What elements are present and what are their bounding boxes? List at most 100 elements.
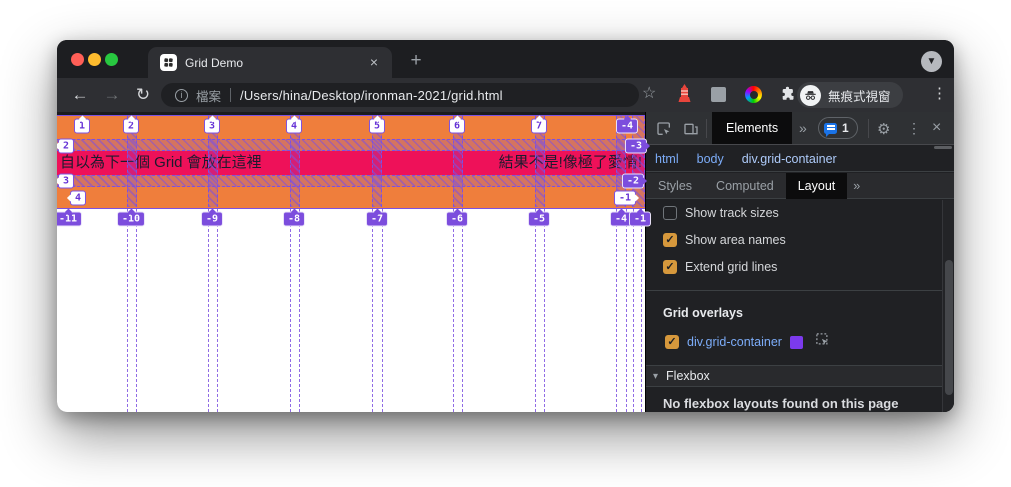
row-gap-hatch-bottom [57, 175, 645, 187]
extensions-puzzle-icon[interactable] [780, 85, 797, 107]
extend-grid-lines-row[interactable]: ✓ Extend grid lines [663, 260, 777, 274]
grid-line-badge: 3 [57, 173, 75, 189]
close-window-button[interactable] [71, 53, 84, 66]
checkbox-label: Show track sizes [685, 206, 779, 220]
element-breadcrumb: html body div.grid-container [646, 146, 954, 172]
back-button[interactable]: ← [67, 82, 93, 108]
device-toolbar-icon[interactable] [683, 121, 699, 142]
zoom-window-button[interactable] [105, 53, 118, 66]
toolbar-divider [868, 119, 869, 138]
reload-button[interactable]: ↻ [130, 82, 156, 108]
grid-item-1-text: 自以為下一個 Grid 會放在這裡 [60, 154, 262, 171]
devtools-tab-elements[interactable]: Elements [712, 112, 793, 144]
site-info-icon[interactable]: i [175, 88, 188, 102]
layout-pane-scrollbar[interactable] [942, 200, 954, 412]
sidebar-tabs: Styles Computed Layout » [646, 172, 954, 199]
tab-styles[interactable]: Styles [646, 173, 704, 199]
grid-overlays-title: Grid overlays [663, 306, 743, 320]
triangle-down-icon: ▾ [653, 370, 659, 382]
extended-grid-line [462, 209, 463, 412]
more-panels-icon[interactable]: » [799, 120, 807, 136]
profile-menu-button[interactable]: ▼ [921, 51, 942, 72]
extended-grid-line [626, 209, 627, 412]
extended-grid-line [290, 209, 291, 412]
grid-line-badge: -1 [613, 190, 637, 206]
extend-grid-lines-checkbox[interactable]: ✓ [663, 260, 677, 274]
grid-overlay-label[interactable]: div.grid-container [687, 335, 782, 349]
devtools-close-icon[interactable]: × [932, 119, 941, 137]
grid-line-badge: -1 [628, 211, 652, 227]
settings-gear-icon[interactable]: ⚙ [877, 120, 890, 138]
extended-grid-line [127, 209, 128, 412]
extended-grid-line [535, 209, 536, 412]
grid-line-badge: -9 [200, 211, 224, 227]
gray-extension-icon[interactable] [711, 87, 726, 102]
breadcrumb-html[interactable]: html [655, 152, 679, 166]
show-area-names-row[interactable]: ✓ Show area names [663, 233, 786, 247]
grid-line-badge: -10 [116, 211, 146, 227]
section-divider [646, 290, 942, 291]
page-viewport: 自以為下一個 Grid 會放在這裡 結果不是!像極了愛情! 1 2 3 4 5 6 7 -4 2… [57, 112, 652, 412]
incognito-badge: 無痕式視窗 [797, 82, 903, 108]
grid-line-badge: 2 [122, 118, 140, 134]
extended-grid-line [372, 209, 373, 412]
grid-line-badge: -2 [621, 173, 645, 189]
checkbox-label: Show area names [685, 233, 786, 247]
tab-layout[interactable]: Layout [785, 172, 848, 199]
issues-count: 1 [842, 121, 849, 135]
flexbox-title: Flexbox [666, 369, 710, 383]
browser-menu-icon[interactable]: ⋮ [932, 84, 947, 102]
grid-overlay-item-row[interactable]: ✓ div.grid-container [665, 332, 830, 352]
grid-container: 自以為下一個 Grid 會放在這裡 結果不是!像極了愛情! [57, 115, 645, 209]
extended-grid-line [453, 209, 454, 412]
grid-overlay-checkbox[interactable]: ✓ [665, 335, 679, 349]
breadcrumb-grid-container[interactable]: div.grid-container [742, 152, 837, 166]
grid-line-badge: 6 [448, 118, 466, 134]
more-tabs-icon[interactable]: » [847, 173, 866, 199]
browser-tab[interactable]: Grid Demo × [148, 47, 392, 78]
breadcrumb-body[interactable]: body [697, 152, 724, 166]
grid-line-badge: 4 [285, 118, 303, 134]
devtools-menu-icon[interactable]: ⋮ [907, 120, 921, 137]
grid-line-badge: 7 [530, 118, 548, 134]
extended-grid-line [299, 209, 300, 412]
breadcrumb-scrollbar[interactable] [934, 146, 952, 149]
bookmark-star-icon[interactable]: ☆ [642, 83, 656, 103]
grid-line-badge: 3 [203, 118, 221, 134]
devtools-toolbar: Elements » 1 ⚙ ⋮ × [646, 112, 954, 145]
tab-close-icon[interactable]: × [370, 54, 378, 70]
grid-line-badge: -5 [527, 211, 551, 227]
browser-window: Grid Demo × + ▼ ← → ↻ i 檔案 /Users/hina/D… [57, 40, 954, 412]
show-track-sizes-checkbox[interactable] [663, 206, 677, 220]
inspect-element-icon[interactable] [656, 121, 672, 142]
grid-line-badge: 4 [69, 190, 87, 206]
grid-line-badge: 1 [73, 118, 91, 134]
url-divider [230, 88, 232, 102]
extended-grid-line [208, 209, 209, 412]
address-bar[interactable]: i 檔案 /Users/hina/Desktop/ironman-2021/gr… [161, 83, 639, 107]
colorzilla-extension-icon[interactable] [745, 86, 762, 103]
grid-line-badge: 2 [57, 138, 75, 154]
overlay-picker-icon[interactable] [815, 332, 830, 352]
lighthouse-extension-icon[interactable] [677, 84, 692, 108]
minimize-window-button[interactable] [88, 53, 101, 66]
tab-computed[interactable]: Computed [704, 173, 786, 199]
issues-counter[interactable]: 1 [818, 117, 858, 139]
new-tab-button[interactable]: + [402, 47, 430, 75]
toolbar-divider [706, 119, 707, 138]
grid-line-badge: -8 [282, 211, 306, 227]
incognito-icon [800, 84, 821, 106]
show-area-names-checkbox[interactable]: ✓ [663, 233, 677, 247]
forward-button[interactable]: → [99, 82, 125, 108]
show-track-sizes-row[interactable]: Show track sizes [663, 206, 779, 220]
content-area: 自以為下一個 Grid 會放在這裡 結果不是!像極了愛情! 1 2 3 4 5 6 7 -4 2… [57, 112, 954, 412]
issues-bubble-icon [824, 122, 837, 137]
overlay-color-swatch[interactable] [789, 335, 803, 349]
flexbox-section-header[interactable]: ▾ Flexbox [646, 365, 942, 387]
row-gap-hatch-top [57, 139, 645, 151]
flexbox-empty-message: No flexbox layouts found on this page [663, 396, 899, 411]
extended-grid-line [633, 209, 634, 412]
grid-line-badge: -7 [365, 211, 389, 227]
extended-grid-line [616, 209, 617, 412]
checkbox-label: Extend grid lines [685, 260, 778, 274]
